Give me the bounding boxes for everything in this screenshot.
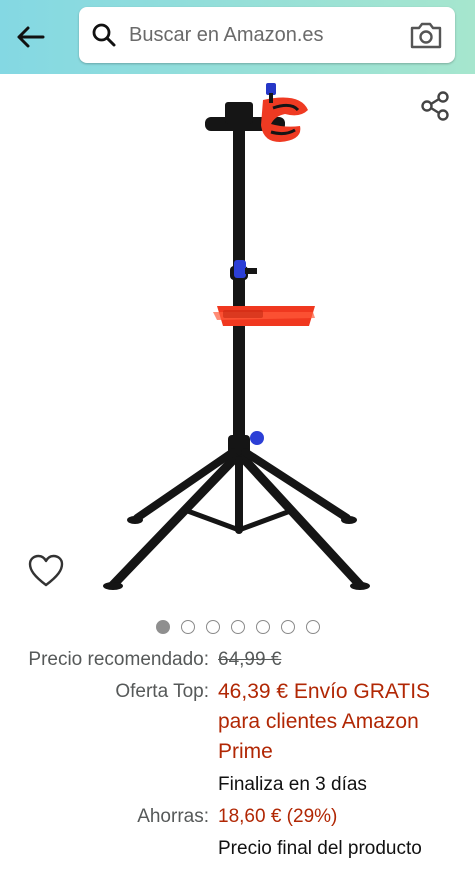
savings-value: 18,60 € (29%) [218, 806, 338, 827]
share-icon[interactable] [419, 90, 451, 122]
list-price: 64,99 € [218, 649, 282, 670]
deal-price-line: Prime [218, 740, 273, 763]
camera-icon[interactable] [409, 20, 443, 50]
pagination-dot[interactable] [181, 620, 195, 634]
pagination-dot[interactable] [206, 620, 220, 634]
product-gallery[interactable] [0, 74, 475, 614]
back-arrow-icon [17, 26, 45, 48]
final-price-note: Precio final del producto [218, 838, 422, 859]
image-pagination [0, 620, 475, 636]
pagination-dot[interactable] [156, 620, 170, 634]
list-price-label: Precio recomendado: [28, 649, 209, 670]
back-button[interactable] [10, 17, 50, 57]
deal-ends-text: Finaliza en 3 días [218, 774, 367, 795]
top-bar [0, 0, 475, 74]
deal-price-line: 46,39 € Envío GRATIS [218, 680, 431, 703]
search-box[interactable] [79, 7, 455, 63]
search-icon [92, 23, 116, 47]
deal-label: Oferta Top: [115, 681, 209, 702]
pagination-dot[interactable] [306, 620, 320, 634]
heart-icon[interactable] [28, 554, 64, 588]
deal-price: 46,39 € Envío GRATIS para clientes Amazo… [218, 677, 466, 767]
savings-label: Ahorras: [137, 806, 209, 827]
search-input[interactable] [129, 19, 399, 51]
pagination-dot[interactable] [256, 620, 270, 634]
pagination-dot[interactable] [231, 620, 245, 634]
deal-price-line: para clientes Amazon [218, 710, 419, 733]
product-image[interactable] [95, 80, 385, 610]
pagination-dot[interactable] [281, 620, 295, 634]
